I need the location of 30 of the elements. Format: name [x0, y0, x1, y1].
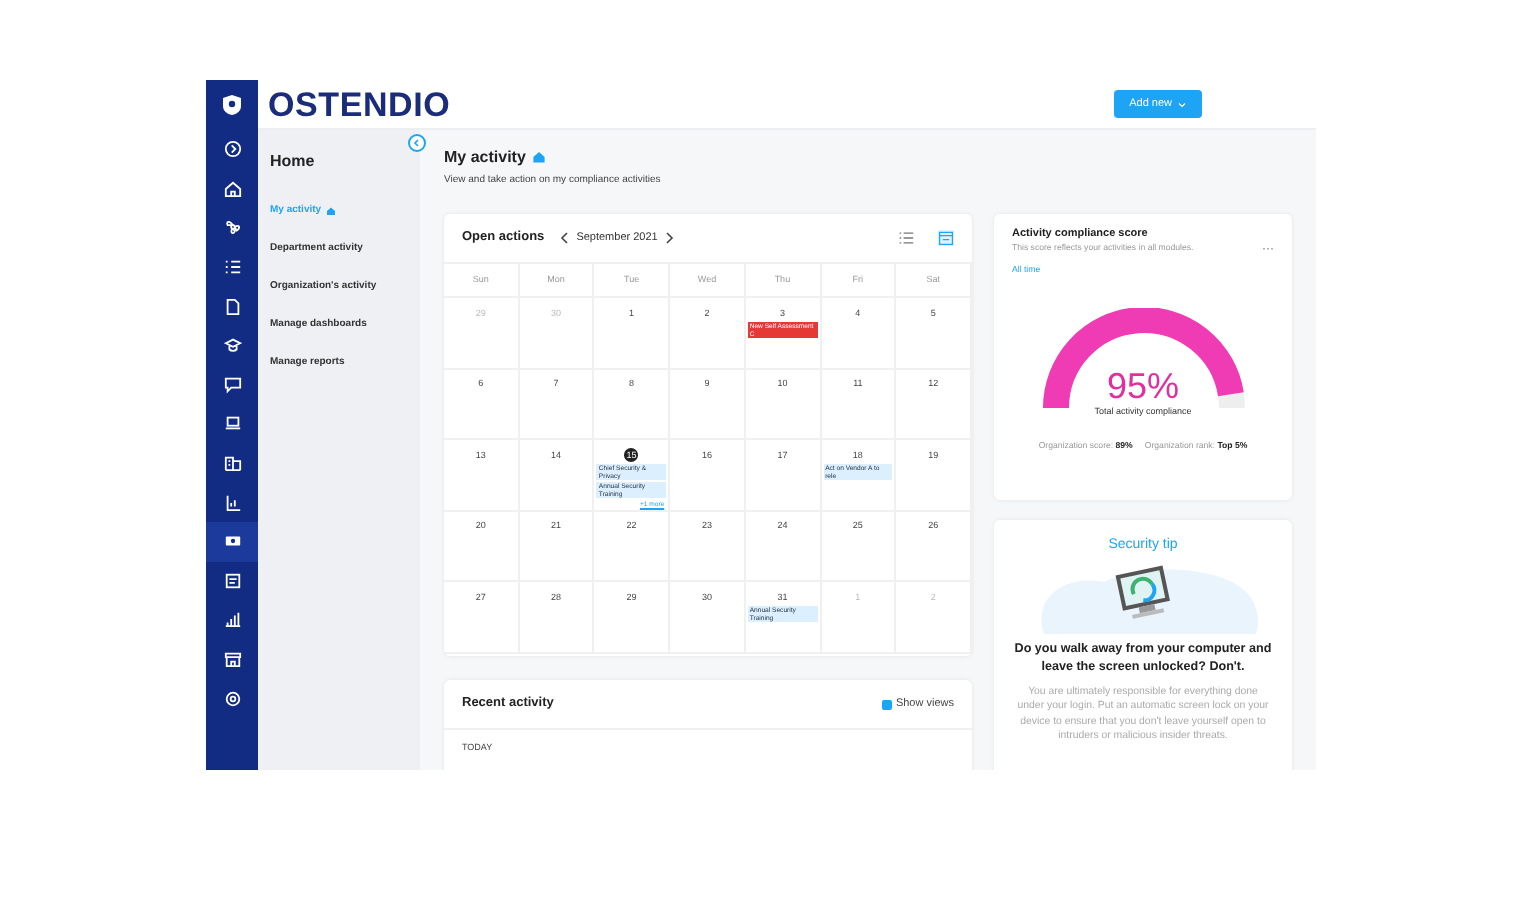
- chevron-circle-icon: [223, 140, 241, 159]
- laptop-icon: [223, 414, 241, 433]
- list-view-icon: [898, 230, 914, 247]
- previous-month-button[interactable]: [560, 232, 569, 245]
- section-title: Home: [270, 150, 317, 174]
- graduation-cap-icon: [223, 336, 241, 355]
- checklist-icon: [223, 258, 241, 277]
- rail-nav-item[interactable]: [206, 521, 258, 562]
- score-value: 95%: [1106, 368, 1180, 405]
- chat-icon: [223, 375, 241, 394]
- chevron-right-icon: [665, 232, 674, 245]
- chevron-left-icon: [560, 232, 569, 245]
- view-toggle[interactable]: [898, 230, 914, 247]
- home-icon: [223, 179, 241, 198]
- store-icon: [223, 650, 241, 669]
- caret-icon: [1178, 101, 1186, 107]
- logo-text: OSTENDIO: [268, 87, 451, 121]
- document-icon: [223, 297, 241, 316]
- home-icon: [325, 206, 336, 216]
- ticket-icon: [223, 532, 241, 551]
- calendar-view-icon: [938, 230, 954, 247]
- next-month-button[interactable]: [665, 232, 674, 245]
- page-title: My activity: [444, 148, 526, 168]
- bar-chart-icon: [223, 610, 241, 629]
- view-toggle[interactable]: [938, 230, 954, 247]
- home-icon: [531, 150, 546, 165]
- form-icon: [223, 571, 241, 590]
- building-icon: [223, 454, 241, 473]
- chevron-left-icon: [412, 138, 422, 148]
- shield-logo-icon: [222, 94, 242, 116]
